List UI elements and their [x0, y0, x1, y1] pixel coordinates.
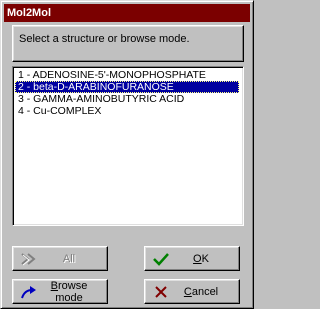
- browse-arrow-icon: [19, 284, 39, 300]
- cancel-button-label: Cancel: [183, 285, 219, 298]
- ok-button[interactable]: OK: [144, 246, 240, 271]
- structure-item-3[interactable]: 3 - GAMMA-AMINOBUTYRIC ACID: [15, 93, 239, 105]
- all-button-label: All: [62, 252, 76, 265]
- cancel-button[interactable]: Cancel: [144, 279, 240, 304]
- structure-listbox[interactable]: 1 - ADENOSINE-5'-MONOPHOSPHATE 2 - beta-…: [12, 66, 244, 226]
- instruction-panel: Select a structure or browse mode.: [12, 25, 244, 62]
- double-arrow-icon: [19, 251, 39, 267]
- ok-button-label: OK: [193, 252, 209, 265]
- structure-item-2[interactable]: 2 - beta-D-ARABINOFURANOSE: [15, 81, 239, 93]
- cross-icon: [151, 284, 171, 300]
- instruction-text: Select a structure or browse mode.: [19, 33, 190, 45]
- structure-item-4[interactable]: 4 - Cu-COMPLEX: [15, 105, 239, 117]
- all-button[interactable]: All: [12, 246, 108, 271]
- window-title[interactable]: Mol2Mol: [4, 4, 250, 22]
- browse-mode-button[interactable]: Browse mode: [12, 279, 108, 304]
- browse-mode-button-label: Browse mode: [50, 279, 88, 304]
- structure-item-1[interactable]: 1 - ADENOSINE-5'-MONOPHOSPHATE: [15, 69, 239, 81]
- mol2mol-dialog: Mol2Mol Select a structure or browse mod…: [0, 0, 254, 309]
- checkmark-icon: [151, 251, 171, 267]
